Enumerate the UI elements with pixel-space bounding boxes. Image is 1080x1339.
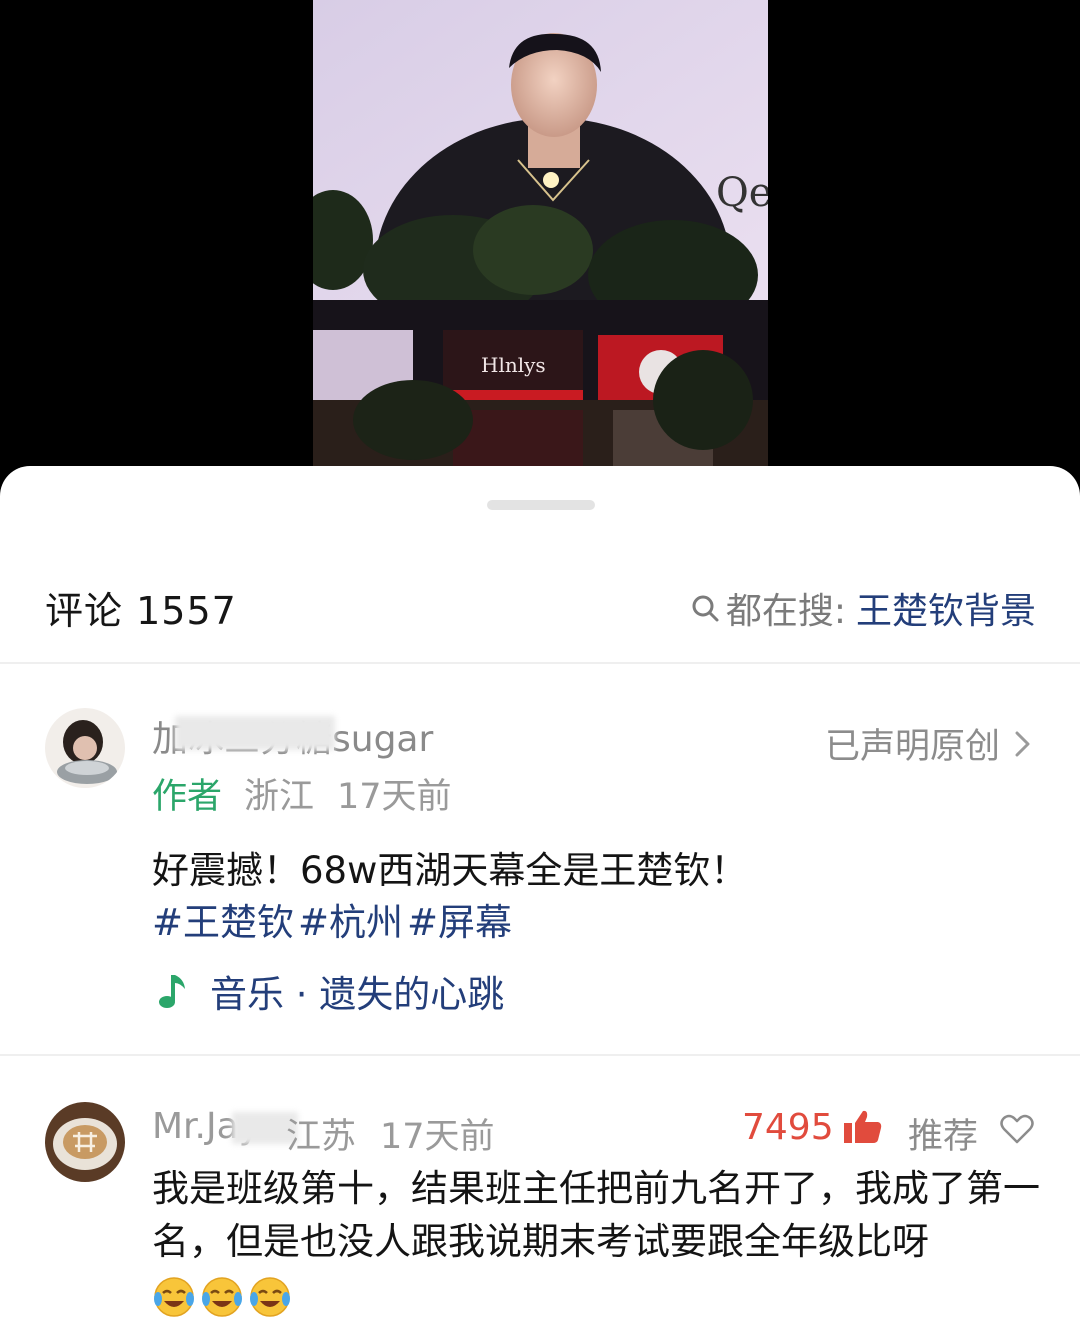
search-icon	[692, 595, 719, 622]
music-note-icon	[159, 975, 185, 1008]
header-divider	[0, 662, 1080, 664]
author-location: 浙江	[244, 777, 315, 817]
hot-search-link[interactable]: 都在搜: 王楚钦背景	[690, 582, 1036, 634]
author-avatar[interactable]	[45, 708, 125, 788]
comment-label: 评论	[45, 589, 124, 633]
tears-of-joy-icon	[154, 1276, 194, 1317]
tears-of-joy-icon	[202, 1276, 242, 1317]
comment-count: 1557	[136, 589, 237, 633]
billboard-photo[interactable]: Qe Hlnlys	[313, 0, 768, 466]
thumbs-up-icon[interactable]	[843, 1108, 883, 1144]
author-post-time: 17天前	[337, 777, 452, 817]
comment-count-title: 评论 1557	[45, 580, 237, 635]
music-link[interactable]: 音乐 · 遗失的心跳	[158, 964, 504, 1018]
comment-time: 17天前	[380, 1117, 495, 1157]
billboard-logo-text: Qe	[716, 170, 768, 216]
username-blur-mask	[175, 716, 335, 750]
like-count: 7495	[742, 1107, 834, 1148]
video-area[interactable]: Qe Hlnlys	[0, 0, 1080, 500]
author-badge: 作者	[152, 777, 223, 817]
hot-search-prefix: 都在搜:	[725, 591, 846, 632]
drag-handle[interactable]	[487, 500, 595, 510]
declared-original-link[interactable]: 已声明原创	[825, 718, 1034, 769]
comment-text-block: 我是班级第十，结果班主任把前九名开了，我成了第一名，但是也没人跟我说期末考试要跟…	[152, 1162, 1042, 1321]
billboard-image: Qe Hlnlys	[313, 0, 768, 466]
commenter-avatar[interactable]	[45, 1102, 125, 1182]
hashtag-link[interactable]: #杭州	[298, 901, 403, 944]
declared-original-label: 已声明原创	[824, 727, 1000, 767]
hashtag-link[interactable]: #屏幕	[407, 901, 512, 944]
music-label: 音乐 · 遗失的心跳	[210, 973, 505, 1016]
chevron-right-icon	[1015, 731, 1030, 756]
author-avatar-image	[45, 708, 125, 788]
hot-search-keyword[interactable]: 王楚钦背景	[856, 582, 1036, 634]
comment-sheet: 评论 1557 都在搜: 王楚钦背景 加冰三分糖sugar 已声明原创 作者	[0, 466, 1080, 1339]
post-divider	[0, 1054, 1080, 1056]
recommend-label[interactable]: 推荐	[908, 1108, 978, 1159]
commenter-location: 江苏	[286, 1117, 357, 1157]
author-post-text: 好震撼！68w西湖天幕全是王楚钦！	[152, 849, 748, 892]
emoji-row	[152, 1275, 296, 1319]
comment-text: 我是班级第十，结果班主任把前九名开了，我成了第一名，但是也没人跟我说期末考试要跟…	[152, 1167, 1040, 1263]
hashtag-row: #王楚钦 #杭州 #屏幕	[152, 892, 516, 946]
comments-header: 评论 1557 都在搜: 王楚钦背景	[0, 566, 1080, 662]
commenter-avatar-image	[45, 1102, 125, 1182]
svg-text:Hlnlys: Hlnlys	[481, 353, 546, 377]
tears-of-joy-icon	[250, 1276, 290, 1317]
heart-icon[interactable]	[1000, 1114, 1034, 1144]
hashtag-link[interactable]: #王楚钦	[152, 901, 294, 944]
